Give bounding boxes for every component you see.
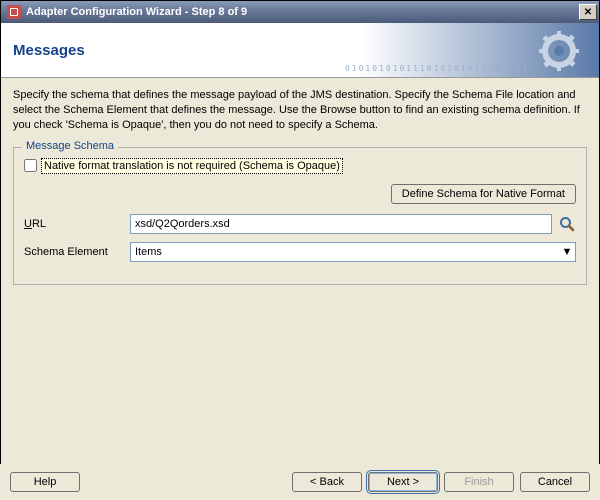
schema-element-row: Schema Element Items ▼ bbox=[24, 242, 576, 262]
browse-button[interactable] bbox=[558, 215, 576, 233]
help-button[interactable]: Help bbox=[10, 472, 80, 492]
close-button[interactable]: ✕ bbox=[579, 4, 597, 20]
window-title: Adapter Configuration Wizard - Step 8 of… bbox=[26, 6, 579, 18]
footer: Help < Back Next > Finish Cancel bbox=[0, 464, 600, 500]
message-schema-fieldset: Message Schema Native format translation… bbox=[13, 147, 587, 285]
chevron-down-icon: ▼ bbox=[559, 243, 575, 261]
finish-button: Finish bbox=[444, 472, 514, 492]
url-label: URL bbox=[24, 218, 124, 230]
gear-icon bbox=[539, 31, 579, 71]
banner: Messages 010101010111010101010100101 bbox=[1, 23, 599, 78]
url-input[interactable] bbox=[130, 214, 552, 234]
next-button[interactable]: Next > bbox=[368, 472, 438, 492]
define-schema-button[interactable]: Define Schema for Native Format bbox=[391, 184, 576, 204]
schema-element-value: Items bbox=[135, 246, 559, 258]
app-icon bbox=[7, 5, 21, 19]
magnifier-icon bbox=[559, 216, 575, 232]
url-row: URL bbox=[24, 214, 576, 234]
schema-element-select[interactable]: Items ▼ bbox=[130, 242, 576, 262]
titlebar: Adapter Configuration Wizard - Step 8 of… bbox=[1, 1, 599, 23]
opaque-checkbox[interactable] bbox=[24, 159, 37, 172]
opaque-checkbox-row: Native format translation is not require… bbox=[24, 158, 576, 174]
page-title: Messages bbox=[13, 42, 85, 59]
back-button[interactable]: < Back bbox=[292, 472, 362, 492]
schema-element-label: Schema Element bbox=[24, 246, 124, 258]
content-area: Specify the schema that defines the mess… bbox=[1, 78, 599, 458]
fieldset-legend: Message Schema bbox=[22, 140, 118, 152]
banner-decoration: 010101010111010101010100101 bbox=[345, 64, 529, 73]
opaque-checkbox-label[interactable]: Native format translation is not require… bbox=[41, 158, 343, 174]
intro-text: Specify the schema that defines the mess… bbox=[13, 88, 587, 133]
close-icon: ✕ bbox=[584, 7, 592, 18]
cancel-button[interactable]: Cancel bbox=[520, 472, 590, 492]
